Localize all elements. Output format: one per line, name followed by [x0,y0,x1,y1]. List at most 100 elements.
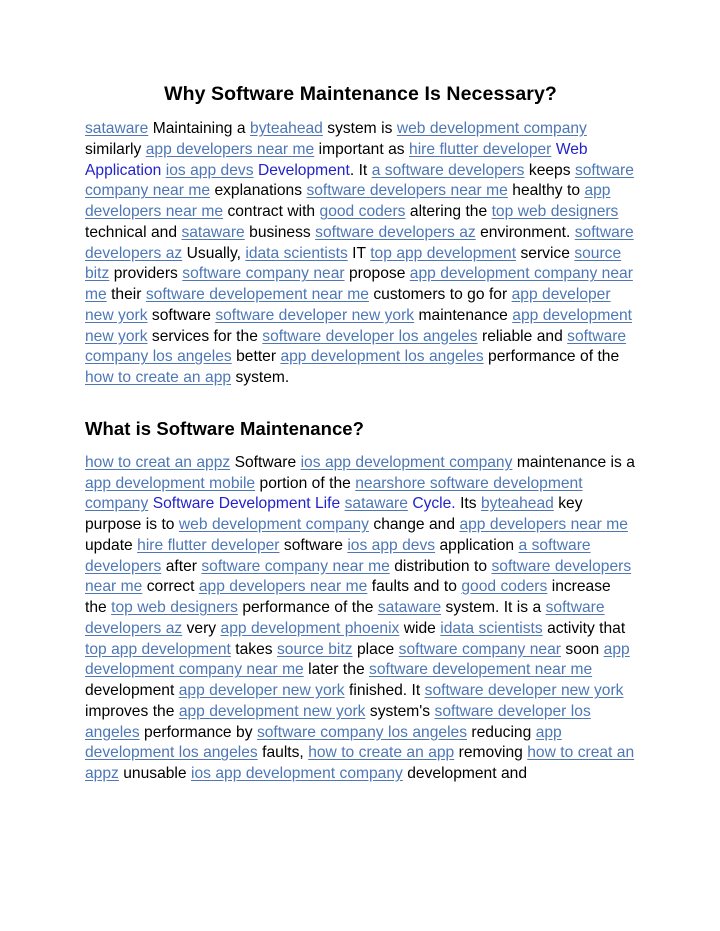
inline-link[interactable]: good coders [461,578,547,595]
inline-link[interactable]: top web designers [492,203,619,220]
inline-link[interactable]: sataware [85,120,148,137]
body-text-run: distribution to [389,557,492,575]
inline-link[interactable]: sataware [181,224,244,241]
body-text-run: Maintaining a [148,120,251,137]
body-text-run: contract with [223,203,320,220]
body-text-run: keeps [524,161,575,179]
inline-link[interactable]: software company near me [201,558,389,575]
inline-link[interactable]: how to creat an appz [85,454,230,471]
body-text-run: reliable and [477,327,568,345]
body-text-run: . It [349,161,372,179]
inline-link[interactable]: how to create an app [308,744,454,761]
inline-link[interactable]: software developer new york [215,307,414,324]
body-text-run: business [244,223,316,241]
body-text-run: similarly [85,140,146,158]
inline-link[interactable]: software developer new york [425,682,624,699]
body-text-run: later the [303,661,370,679]
inline-link[interactable]: a software developers [372,162,525,179]
body-text-run: altering the [405,203,492,220]
body-text-run: performance of the [237,599,378,616]
inline-link[interactable]: app development phoenix [221,620,400,637]
body-text-run: development [85,682,179,699]
body-text-run: software [279,536,348,554]
body-text-run: wide [399,619,441,637]
inline-link[interactable]: app developer new york [179,682,345,699]
inline-link[interactable]: software developement near me [369,661,592,678]
body-text-run: performance of the [483,348,620,366]
inline-link[interactable]: ios app development company [191,765,403,782]
body-text-run: system. It is a [441,599,546,616]
inline-link[interactable]: source bitz [277,641,353,658]
inline-link[interactable]: app development new york [179,703,366,720]
body-text-run: explanations [210,182,307,200]
inline-link[interactable]: how to create an app [85,369,231,386]
inline-link[interactable]: software company los angeles [257,724,467,741]
body-text-run: faults and to [367,578,462,596]
inline-link[interactable]: byteahead [481,495,554,512]
inline-link[interactable]: software company near [399,641,561,658]
body-text-run: application [435,536,519,554]
inline-link[interactable]: sataware [345,495,408,512]
inline-link[interactable]: hire flutter developer [137,537,279,554]
body-text-run: system's [365,702,435,720]
inline-link[interactable]: top app development [370,245,516,262]
inline-link[interactable]: ios app development company [301,454,513,471]
body-text-run: healthy to [507,182,585,200]
paragraph-why-software-maintenance: sataware Maintaining a byteahead system … [85,119,636,389]
inline-link[interactable]: app development mobile [85,475,255,492]
body-text-run: very [182,619,221,637]
body-text-run: change and [368,516,460,533]
body-text-run: better [231,348,281,366]
inline-link[interactable]: idata scientists [440,620,542,637]
body-text-run: technical and [85,223,182,241]
page-title: Why Software Maintenance Is Necessary? [164,83,557,105]
body-text-run: propose [344,265,410,283]
body-text-run: maintenance [414,306,513,324]
inline-link[interactable]: top app development [85,641,231,658]
body-text-run: Usually, [182,244,246,262]
inline-link[interactable]: ios app devs [166,162,254,179]
body-text-run: Software [230,453,301,471]
body-text-run: faults, [257,744,309,762]
inline-link[interactable]: idata scientists [245,245,347,262]
document-content: Why Software Maintenance Is Necessary? s… [85,82,636,785]
inline-link[interactable]: good coders [320,203,406,220]
document-page: Why Software Maintenance Is Necessary? s… [0,0,720,931]
inline-link[interactable]: hire flutter developer [409,141,551,158]
emphasis-text: Development [257,161,350,179]
body-text-run: their [106,286,146,303]
body-text-run: soon [560,640,604,658]
inline-link[interactable]: web development company [397,120,587,137]
body-text-run: system is [322,120,397,137]
inline-link[interactable]: ios app devs [347,537,435,554]
body-text-run: software [147,306,216,324]
body-text-run: after [161,557,202,575]
inline-link[interactable]: software developers near me [306,182,507,199]
emphasis-text: Software Development Life [152,495,341,513]
body-text-run: important as [314,140,410,158]
body-text-run: takes [230,640,277,658]
body-text-run: maintenance is a [512,453,635,471]
inline-link[interactable]: app developers near me [146,141,314,158]
body-text-run: performance by [139,723,257,741]
inline-link[interactable]: web development company [179,516,369,533]
inline-link[interactable]: app developers near me [199,578,367,595]
body-text-run: development and [402,765,528,782]
inline-link[interactable]: software developement near me [146,286,369,303]
body-text-run: reducing [467,723,536,741]
body-text-run: IT [347,244,371,262]
inline-link[interactable]: software company near [182,265,344,282]
inline-link[interactable]: top web designers [111,599,238,616]
body-text-run: Its [455,495,481,513]
inline-link[interactable]: app development los angeles [280,348,483,365]
paragraph-what-is-software-maintenance: how to creat an appz Software ios app de… [85,453,636,785]
inline-link[interactable]: software developers az [315,224,476,241]
inline-link[interactable]: software developer los angeles [262,328,477,345]
inline-link[interactable]: app developers near me [459,516,627,533]
section-heading-what-is-software-maintenance: What is Software Maintenance? [85,417,364,439]
body-text-run: portion of the [255,474,356,492]
inline-link[interactable]: sataware [378,599,441,616]
body-text-run: unusable [118,765,191,782]
body-text-run: activity that [542,619,626,637]
inline-link[interactable]: byteahead [250,120,323,137]
